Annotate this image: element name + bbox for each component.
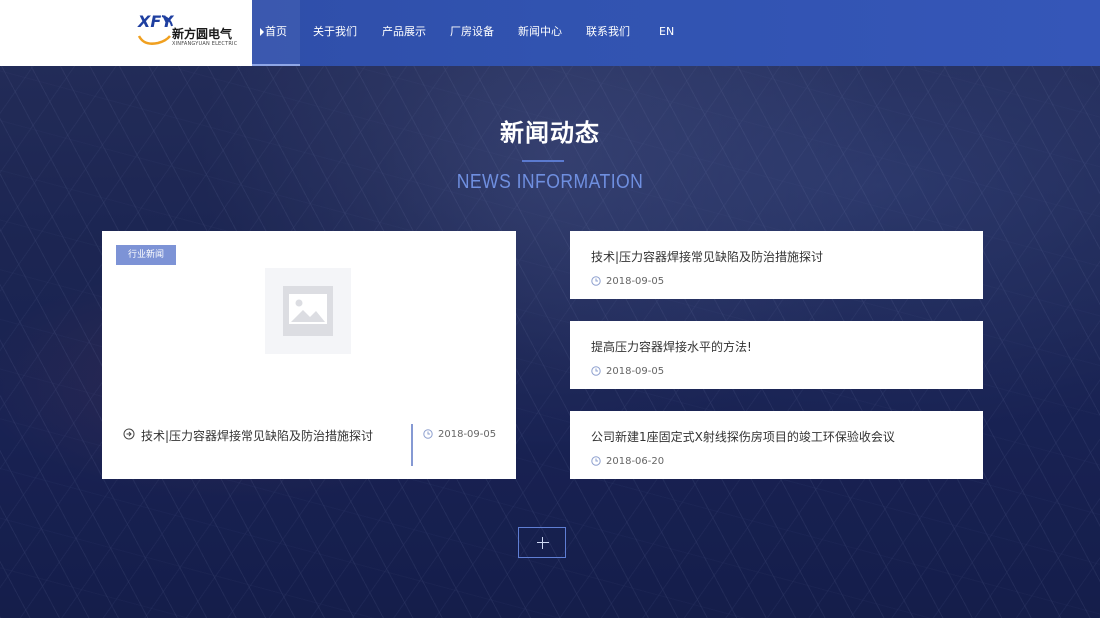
featured-news-card[interactable]: 行业新闻 技术|压力容器焊接常见缺陷及防治措施探讨 2018-09-05 — [102, 231, 516, 479]
logo-area: XFY 新方圆电气 XINFANGYUAN ELECTRIC — [0, 0, 252, 66]
plus-icon-vertical — [542, 537, 543, 549]
plus-icon — [537, 542, 549, 543]
clock-icon — [591, 456, 601, 466]
nav-label: 联系我们 — [586, 25, 630, 38]
brand-logo[interactable]: XFY 新方圆电气 XINFANGYUAN ELECTRIC — [136, 10, 246, 54]
news-date: 2018-09-05 — [606, 276, 665, 287]
featured-divider — [411, 424, 413, 466]
section-title: 新闻动态 — [500, 119, 600, 147]
nav-item-contact[interactable]: 联系我们 — [576, 0, 658, 66]
news-list-item[interactable]: 公司新建1座固定式X射线探伤房项目的竣工环保验收会议 2018-06-20 — [570, 411, 983, 479]
brand-name-en: XINFANGYUAN ELECTRIC — [172, 41, 238, 47]
news-title[interactable]: 提高压力容器焊接水平的方法! — [591, 338, 752, 355]
section-divider — [522, 160, 564, 162]
featured-news-date: 2018-09-05 — [438, 429, 497, 440]
featured-news-title[interactable]: 技术|压力容器焊接常见缺陷及防治措施探讨 — [141, 427, 373, 444]
nav-label: 关于我们 — [313, 25, 357, 38]
nav-active-arrow-icon — [260, 28, 264, 36]
nav-item-products[interactable]: 产品展示 — [369, 0, 438, 66]
clock-icon — [591, 276, 601, 286]
main-nav: 首页 关于我们 产品展示 厂房设备 新闻中心 联系我们 EN — [252, 0, 698, 66]
clock-icon — [591, 366, 601, 376]
nav-label: 新闻中心 — [518, 25, 562, 38]
more-news-button[interactable] — [518, 527, 566, 558]
news-list-item[interactable]: 技术|压力容器焊接常见缺陷及防治措施探讨 2018-09-05 — [570, 231, 983, 299]
nav-label: 厂房设备 — [450, 25, 494, 38]
news-date: 2018-06-20 — [606, 456, 665, 467]
nav-item-language-en[interactable]: EN — [658, 0, 698, 66]
news-date: 2018-09-05 — [606, 366, 665, 377]
nav-label: 首页 — [265, 25, 287, 38]
image-placeholder-icon — [265, 268, 351, 354]
nav-label: 产品展示 — [382, 25, 426, 38]
arrow-circle-icon — [123, 428, 135, 440]
news-title[interactable]: 技术|压力容器焊接常见缺陷及防治措施探讨 — [591, 248, 823, 265]
news-title[interactable]: 公司新建1座固定式X射线探伤房项目的竣工环保验收会议 — [591, 428, 895, 445]
category-badge[interactable]: 行业新闻 — [116, 245, 177, 265]
nav-item-news[interactable]: 新闻中心 — [507, 0, 576, 66]
nav-item-facilities[interactable]: 厂房设备 — [438, 0, 507, 66]
logo-mark-icon: XFY — [136, 10, 176, 50]
news-list-item[interactable]: 提高压力容器焊接水平的方法! 2018-09-05 — [570, 321, 983, 389]
logo-mark-text: XFY — [138, 12, 173, 31]
nav-item-about[interactable]: 关于我们 — [300, 0, 369, 66]
nav-item-home[interactable]: 首页 — [252, 0, 300, 66]
brand-name-cn: 新方圆电气 — [172, 27, 233, 41]
nav-label: EN — [659, 25, 675, 38]
section-subtitle: NEWS INFORMATION — [456, 171, 644, 193]
clock-icon — [423, 429, 433, 439]
site-header: XFY 新方圆电气 XINFANGYUAN ELECTRIC 首页 关于我们 产… — [0, 0, 1100, 66]
